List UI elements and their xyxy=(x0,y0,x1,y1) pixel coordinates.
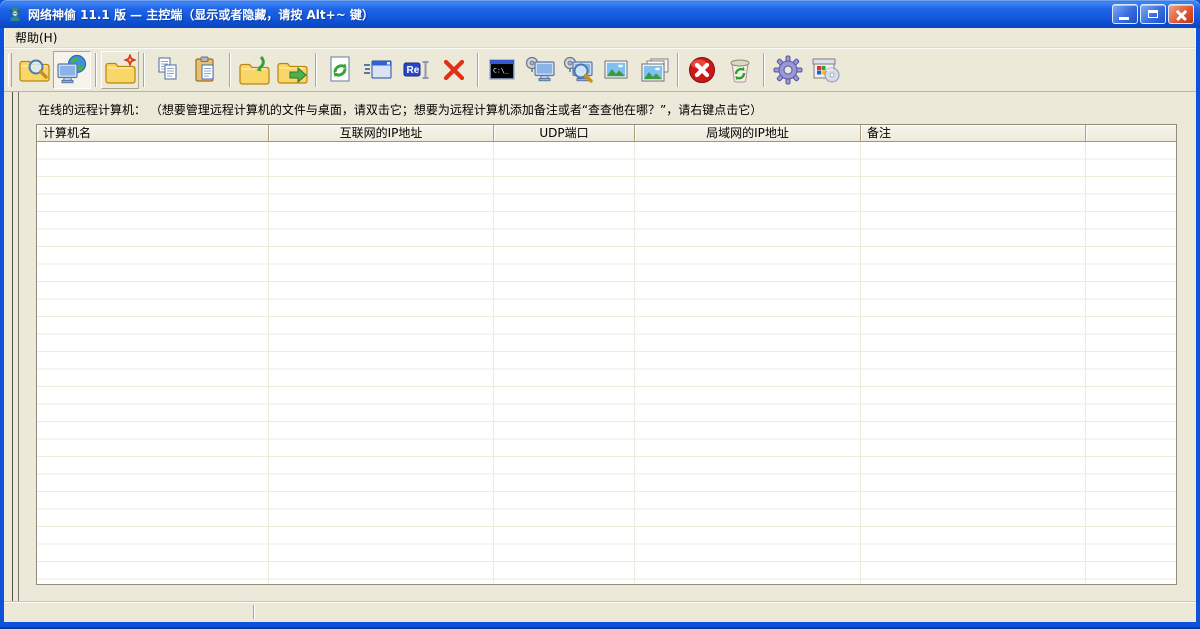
terminate-icon xyxy=(686,54,718,86)
column-header-blank[interactable] xyxy=(1086,125,1176,142)
minimize-button[interactable] xyxy=(1112,4,1138,24)
list-body[interactable] xyxy=(37,142,1176,584)
column-header-lan-ip[interactable]: 局域网的IP地址 xyxy=(635,125,861,142)
new-folder-icon xyxy=(104,54,136,86)
panel-border-line xyxy=(12,92,13,601)
titlebar[interactable]: 网络神偷 11.1 版 — 主控端（显示或者隐藏，请按 Alt+~ 键） xyxy=(0,0,1200,28)
column-header-computer-name[interactable]: 计算机名 xyxy=(37,125,269,142)
refresh-button[interactable] xyxy=(321,51,359,89)
screen-gallery-button[interactable] xyxy=(635,51,673,89)
copy-button[interactable] xyxy=(149,51,187,89)
paste-to-folder-icon xyxy=(238,54,270,86)
delete-button[interactable] xyxy=(435,51,473,89)
copy-icon xyxy=(152,54,184,86)
toolbar-separator xyxy=(477,53,479,87)
toolbar-separator xyxy=(315,53,317,87)
remote-search-icon xyxy=(562,54,594,86)
toolbar-separator xyxy=(143,53,145,87)
command-prompt-button[interactable]: C:\_ xyxy=(483,51,521,89)
statusbar xyxy=(4,601,1196,622)
menubar: 帮助(H) xyxy=(4,28,1196,48)
refresh-icon xyxy=(324,54,356,86)
maximize-button[interactable] xyxy=(1140,4,1166,24)
toolbar-separator xyxy=(677,53,679,87)
svg-text:Re: Re xyxy=(407,65,420,76)
search-computer-button[interactable] xyxy=(15,51,53,89)
remote-desktop-icon xyxy=(524,54,556,86)
settings-button[interactable] xyxy=(769,51,807,89)
toolbar: Re xyxy=(4,48,1196,92)
remote-desktop-button[interactable] xyxy=(521,51,559,89)
window-body: 帮助(H) xyxy=(4,28,1196,622)
svg-text:C:\_: C:\_ xyxy=(493,67,509,75)
toolbar-separator xyxy=(95,53,97,87)
terminate-button[interactable] xyxy=(683,51,721,89)
column-header-udp-port[interactable]: UDP端口 xyxy=(494,125,635,142)
rename-button[interactable]: Re xyxy=(397,51,435,89)
empty-recycle-button[interactable] xyxy=(721,51,759,89)
delete-icon xyxy=(438,54,470,86)
empty-recycle-icon xyxy=(724,54,756,86)
online-computers-caption: 在线的远程计算机： （想要管理远程计算机的文件与桌面，请双击它；想要为远程计算机… xyxy=(38,101,762,118)
remote-search-button[interactable] xyxy=(559,51,597,89)
new-folder-button[interactable] xyxy=(101,51,139,89)
app-window: 网络神偷 11.1 版 — 主控端（显示或者隐藏，请按 Alt+~ 键） 帮助(… xyxy=(0,0,1200,629)
screenshot-button[interactable] xyxy=(597,51,635,89)
window-title: 网络神偷 11.1 版 — 主控端（显示或者隐藏，请按 Alt+~ 键） xyxy=(28,6,1112,23)
column-header-internet-ip[interactable]: 互联网的IP地址 xyxy=(269,125,494,142)
column-header-remark[interactable]: 备注 xyxy=(861,125,1086,142)
statusbar-right-pane xyxy=(255,602,1196,622)
list-header: 计算机名 互联网的IP地址 UDP端口 局域网的IP地址 备注 xyxy=(37,125,1176,142)
menu-help[interactable]: 帮助(H) xyxy=(8,27,64,48)
paste-to-folder-button[interactable] xyxy=(235,51,273,89)
send-to-folder-icon xyxy=(276,54,308,86)
about-button[interactable] xyxy=(807,51,845,89)
search-computer-icon xyxy=(18,54,50,86)
screen-gallery-icon xyxy=(638,54,670,86)
paste-icon xyxy=(190,54,222,86)
about-icon xyxy=(810,54,842,86)
minimize-icon xyxy=(1119,17,1129,20)
online-computers-icon xyxy=(56,54,88,86)
close-button[interactable] xyxy=(1168,4,1194,24)
remote-computers-list[interactable]: 计算机名 互联网的IP地址 UDP端口 局域网的IP地址 备注 xyxy=(36,124,1177,585)
send-to-folder-button[interactable] xyxy=(273,51,311,89)
online-computers-button[interactable] xyxy=(53,51,91,89)
toolbar-separator xyxy=(229,53,231,87)
app-icon xyxy=(7,6,23,22)
toolbar-gripper[interactable] xyxy=(8,53,12,87)
maximize-icon xyxy=(1148,10,1158,18)
settings-icon xyxy=(772,54,804,86)
paste-button[interactable] xyxy=(187,51,225,89)
panel-border-line xyxy=(18,92,19,601)
rename-icon: Re xyxy=(400,54,432,86)
window-controls xyxy=(1112,4,1194,24)
client-area: 在线的远程计算机： （想要管理远程计算机的文件与桌面，请双击它；想要为远程计算机… xyxy=(4,92,1196,601)
run-program-button[interactable] xyxy=(359,51,397,89)
run-program-icon xyxy=(362,54,394,86)
statusbar-left-pane xyxy=(4,602,253,622)
command-prompt-icon: C:\_ xyxy=(486,54,518,86)
toolbar-separator xyxy=(763,53,765,87)
screenshot-icon xyxy=(600,54,632,86)
